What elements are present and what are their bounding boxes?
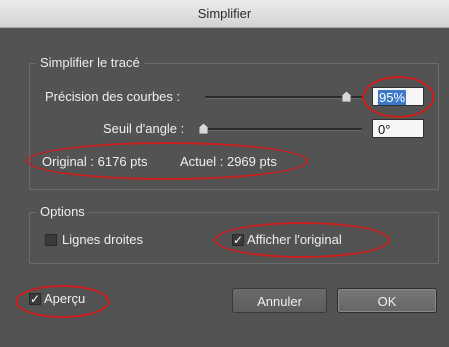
- original-points-count: Original : 6176 pts: [42, 154, 148, 169]
- preview-label[interactable]: Aperçu: [44, 291, 85, 306]
- ok-button[interactable]: OK: [337, 288, 437, 313]
- curve-precision-input[interactable]: 95%: [372, 87, 424, 106]
- options-group-title: Options: [36, 204, 89, 219]
- curve-precision-value: 95%: [378, 90, 407, 105]
- show-original-label[interactable]: Afficher l'original: [247, 232, 342, 247]
- simplify-path-group-title: Simplifier le tracé: [36, 55, 144, 70]
- show-original-checkbox[interactable]: ✓: [232, 234, 244, 246]
- angle-threshold-slider[interactable]: [199, 128, 362, 131]
- angle-threshold-value: 0°: [378, 122, 391, 137]
- angle-threshold-slider-thumb[interactable]: [199, 123, 208, 134]
- simplify-dialog: Simplifier le tracé Précision des courbe…: [0, 28, 449, 347]
- cancel-button[interactable]: Annuler: [232, 288, 327, 313]
- current-points-count: Actuel : 2969 pts: [180, 154, 277, 169]
- angle-threshold-label: Seuil d'angle :: [103, 121, 185, 136]
- angle-threshold-input[interactable]: 0°: [372, 119, 424, 138]
- checkmark-icon: ✓: [233, 233, 244, 247]
- checkmark-icon: ✓: [30, 292, 41, 306]
- title-bar: Simplifier: [0, 0, 449, 28]
- curve-precision-label: Précision des courbes :: [45, 89, 181, 104]
- straight-lines-label[interactable]: Lignes droites: [62, 232, 143, 247]
- straight-lines-checkbox[interactable]: [45, 234, 57, 246]
- preview-checkbox[interactable]: ✓: [29, 293, 41, 305]
- curve-precision-slider[interactable]: [205, 96, 362, 99]
- curve-precision-slider-thumb[interactable]: [342, 91, 351, 102]
- window-title: Simplifier: [197, 6, 252, 21]
